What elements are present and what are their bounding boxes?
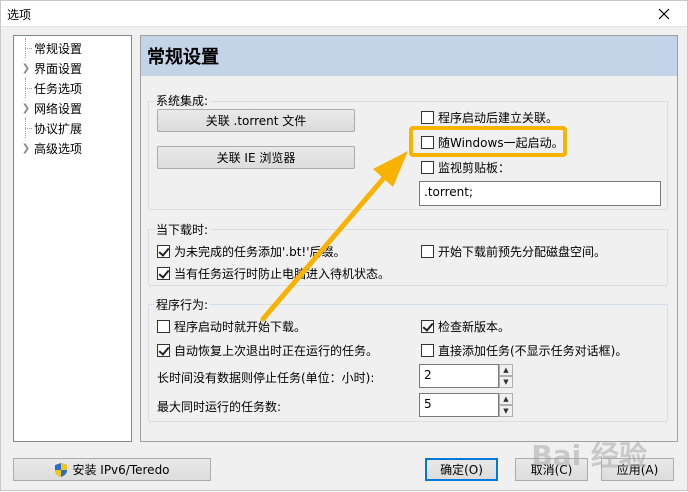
panel-header: 常规设置 [141,36,677,76]
create-association-checkbox[interactable]: 程序启动后建立关联。 [421,109,558,126]
checkbox-box[interactable] [421,161,434,174]
checkbox-box[interactable] [421,111,434,124]
checkbox-label: 程序启动后建立关联。 [438,111,559,125]
tree-item-task-options[interactable]: 任务选项 [14,78,131,98]
close-icon [658,8,670,20]
options-dialog: 选项 常规设置 ❯ 界面设置 任务选项 ❯ 网络设置 协议扩展 ❯ 高级选项 常… [0,0,688,491]
group-label: 当下载时: [154,221,211,238]
install-ipv6-label: 安装 IPv6/Teredo [72,463,170,477]
tree-item-general[interactable]: 常规设置 [14,38,131,58]
tree-item-network[interactable]: ❯ 网络设置 [14,98,131,118]
max-tasks-label: 最大同时运行的任务数: [157,400,282,414]
checkbox-label: 开始下载前预先分配磁盘空间。 [438,245,607,259]
ok-button[interactable]: 确定(O) [425,458,498,481]
prevent-standby-checkbox[interactable]: 当有任务运行时防止电脑进入待机状态。 [157,265,390,282]
watermark: Bai 经验 [531,439,647,472]
checkbox-label: 监视剪贴板： [438,161,511,175]
title-bar: 选项 [1,1,687,27]
spin-down-icon[interactable]: ▼ [499,405,513,417]
checkbox-label: 直接添加任务(不显示任务对话框)。 [438,344,628,358]
start-download-on-launch-checkbox[interactable]: 程序启动时就开始下载。 [157,318,306,335]
tree-connector [14,78,32,98]
checkbox-box[interactable] [157,245,170,258]
checkbox-label: 当有任务运行时防止电脑进入待机状态。 [174,267,391,281]
tree-item-label: 网络设置 [34,101,83,116]
clipboard-extensions-field[interactable]: .torrent; [419,181,661,206]
stall-stop-label: 长时间没有数据则停止任务(单位：小时): [157,371,375,385]
tree-item-interface[interactable]: ❯ 界面设置 [14,58,131,78]
tree-item-label: 任务选项 [34,81,83,96]
checkbox-box[interactable] [421,245,434,258]
checkbox-box[interactable] [421,320,434,333]
checkbox-box[interactable] [157,320,170,333]
window-title: 选项 [7,8,32,22]
tree-item-label: 协议扩展 [34,121,83,136]
highlight-box [409,126,567,157]
associate-torrent-button[interactable]: 关联 .torrent 文件 [157,109,355,132]
checkbox-label: 检查新版本。 [438,320,511,334]
tree-item-label: 高级选项 [34,141,83,156]
associate-ie-button[interactable]: 关联 IE 浏览器 [157,146,355,169]
spin-up-icon[interactable]: ▲ [499,364,513,376]
expand-arrow-icon[interactable]: ❯ [14,58,32,78]
install-ipv6-button[interactable]: 安装 IPv6/Teredo [13,458,211,481]
tree-item-advanced[interactable]: ❯ 高级选项 [14,138,131,158]
max-tasks-spinner[interactable]: ▲ ▼ [499,393,513,417]
group-label: 程序行为: [154,296,211,313]
checkbox-box[interactable] [157,344,170,357]
close-button[interactable] [641,1,687,27]
tree-item-label: 常规设置 [34,41,83,56]
expand-arrow-icon[interactable]: ❯ [14,138,32,158]
expand-arrow-icon[interactable]: ❯ [14,98,32,118]
stall-stop-spinner[interactable]: ▲ ▼ [499,364,513,388]
checkbox-label: 自动恢复上次退出时正在运行的任务。 [174,344,379,358]
page-title: 常规设置 [147,47,219,68]
check-new-version-checkbox[interactable]: 检查新版本。 [421,318,510,335]
add-task-directly-checkbox[interactable]: 直接添加任务(不显示任务对话框)。 [421,342,627,359]
checkbox-box[interactable] [157,267,170,280]
stall-stop-input[interactable]: 2 [419,364,499,388]
group-label: 系统集成: [154,92,211,109]
add-bt-suffix-checkbox[interactable]: 为未完成的任务添加'.bt!'后缀。 [157,243,346,260]
monitor-clipboard-checkbox[interactable]: 监视剪贴板： [421,159,510,176]
tree-item-protocol[interactable]: 协议扩展 [14,118,131,138]
auto-resume-checkbox[interactable]: 自动恢复上次退出时正在运行的任务。 [157,342,378,359]
settings-tree: 常规设置 ❯ 界面设置 任务选项 ❯ 网络设置 协议扩展 ❯ 高级选项 [13,35,132,442]
tree-connector [14,118,32,138]
shield-icon [55,462,68,477]
preallocate-disk-checkbox[interactable]: 开始下载前预先分配磁盘空间。 [421,243,606,260]
max-tasks-input[interactable]: 5 [419,393,499,417]
checkbox-label: 程序启动时就开始下载。 [174,320,307,334]
checkbox-label: 为未完成的任务添加'.bt!'后缀。 [174,245,346,259]
checkbox-box[interactable] [421,344,434,357]
tree-connector [14,38,32,58]
spin-up-icon[interactable]: ▲ [499,393,513,405]
tree-item-label: 界面设置 [34,61,83,76]
spin-down-icon[interactable]: ▼ [499,376,513,388]
